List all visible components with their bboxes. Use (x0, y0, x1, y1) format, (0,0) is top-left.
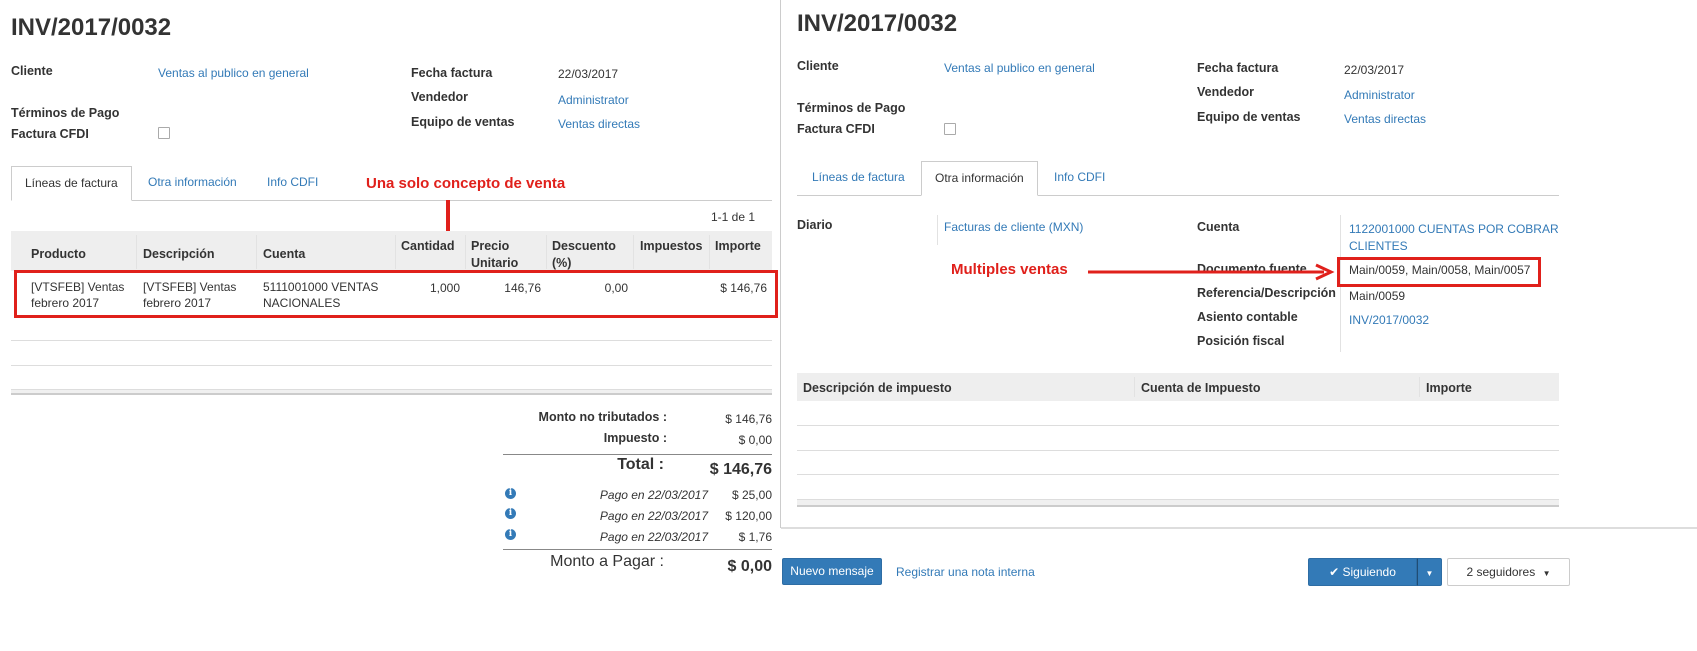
col-descuento[interactable]: Descuento (%) (552, 238, 632, 272)
equipo-link[interactable]: Ventas directas (558, 117, 640, 131)
nuevo-mensaje-button[interactable]: Nuevo mensaje (782, 558, 882, 585)
payment-info-icon[interactable]: i (505, 529, 516, 540)
fecha-label: Fecha factura (1197, 61, 1279, 75)
cuenta-link[interactable]: 1122001000 CUENTAS POR COBRAR (1349, 222, 1559, 236)
tab-otra-informacion[interactable]: Otra información (921, 161, 1038, 196)
cliente-link[interactable]: Ventas al publico en general (158, 66, 309, 80)
cfdi-label: Factura CFDI (797, 122, 875, 136)
payment-info-icon[interactable]: i (505, 508, 516, 519)
terminos-label: Términos de Pago (797, 101, 906, 115)
impuesto-value: $ 0,00 (738, 433, 772, 447)
cliente-label: Cliente (797, 59, 839, 73)
cuenta-label: Cuenta (1197, 220, 1240, 234)
tab-lineas-factura[interactable]: Líneas de factura (799, 161, 918, 196)
col-importe[interactable]: Importe (715, 238, 761, 255)
diario-link[interactable]: Facturas de cliente (MXN) (944, 220, 1083, 234)
col-cantidad[interactable]: Cantidad (401, 238, 463, 255)
col-precio-unitario[interactable]: Precio Unitario (471, 238, 541, 272)
tax-table-footer-bar (797, 499, 1559, 507)
pago-value: $ 1,76 (738, 530, 772, 544)
pago-value: $ 120,00 (725, 509, 772, 523)
cfdi-checkbox[interactable] (158, 127, 170, 139)
col-producto[interactable]: Producto (31, 246, 86, 263)
fecha-value: 22/03/2017 (558, 67, 619, 81)
col-descripcion-impuesto[interactable]: Descripción de impuesto (803, 380, 952, 397)
equipo-link[interactable]: Ventas directas (1344, 112, 1426, 126)
invoice-title: INV/2017/0032 (11, 14, 172, 41)
fecha-label: Fecha factura (411, 66, 493, 80)
monto-value: $ 0,00 (727, 558, 772, 575)
fecha-value: 22/03/2017 (1344, 63, 1405, 77)
cfdi-checkbox[interactable] (944, 123, 956, 135)
seguidores-label: 2 seguidores (1466, 565, 1536, 579)
pager: 1-1 de 1 (711, 210, 756, 224)
col-cuenta-impuesto[interactable]: Cuenta de Impuesto (1141, 380, 1260, 397)
equipo-label: Equipo de ventas (411, 115, 515, 129)
siguiendo-label: Siguiendo (1342, 565, 1396, 579)
vendedor-link[interactable]: Administrator (1344, 88, 1415, 102)
cliente-link[interactable]: Ventas al publico en general (944, 61, 1095, 75)
tab-otra-informacion[interactable]: Otra información (135, 166, 250, 201)
annotation-arrow-right-icon (1088, 263, 1335, 281)
annotation-highlight-row (14, 270, 778, 318)
registrar-nota-link[interactable]: Registrar una nota interna (896, 565, 1035, 579)
posicion-fiscal-label: Posición fiscal (1197, 334, 1285, 348)
pago-label: Pago en 22/03/2017 (599, 530, 708, 544)
col-impuestos[interactable]: Impuestos (640, 238, 703, 255)
monto-label: Monto a Pagar : (550, 553, 664, 570)
caret-down-icon: ▼ (1425, 569, 1434, 578)
equipo-label: Equipo de ventas (1197, 110, 1301, 124)
cliente-label: Cliente (11, 64, 53, 78)
impuesto-label: Impuesto : (603, 431, 667, 445)
diario-label: Diario (797, 218, 833, 232)
no-trib-label: Monto no tributados : (538, 410, 667, 424)
asiento-label: Asiento contable (1197, 310, 1298, 324)
referencia-label: Referencia/Descripción (1197, 286, 1336, 300)
total-value: $ 146,76 (709, 461, 772, 478)
pago-label: Pago en 22/03/2017 (599, 509, 708, 523)
annotation-multiple-sales: Multiples ventas (951, 261, 1068, 278)
col-cuenta[interactable]: Cuenta (263, 246, 305, 263)
payment-info-icon[interactable]: i (505, 488, 516, 499)
terminos-label: Términos de Pago (11, 106, 120, 120)
siguiendo-dropdown-button[interactable]: ▼ (1417, 558, 1442, 586)
tab-info-cdfi[interactable]: Info CDFI (254, 166, 331, 201)
siguiendo-button[interactable]: ✔ Siguiendo (1308, 558, 1417, 586)
annotation-single-concept: Una solo concepto de venta (366, 175, 566, 192)
cfdi-label: Factura CFDI (11, 127, 89, 141)
panel-divider (780, 0, 781, 528)
pago-value: $ 25,00 (731, 488, 772, 502)
tab-lineas-factura[interactable]: Líneas de factura (11, 166, 132, 201)
referencia-value: Main/0059 (1349, 289, 1406, 303)
vendedor-label: Vendedor (1197, 85, 1254, 99)
vendedor-link[interactable]: Administrator (558, 93, 629, 107)
table-footer-bar (11, 389, 772, 395)
asiento-link[interactable]: INV/2017/0032 (1349, 313, 1429, 327)
tab-info-cdfi[interactable]: Info CDFI (1041, 161, 1118, 196)
pago-label: Pago en 22/03/2017 (599, 488, 708, 502)
invoice-title: INV/2017/0032 (797, 10, 958, 37)
no-trib-value: $ 146,76 (725, 412, 772, 426)
caret-down-icon: ▼ (1542, 569, 1551, 578)
total-label: Total : (617, 456, 664, 473)
seguidores-dropdown-button[interactable]: 2 seguidores ▼ (1447, 558, 1570, 586)
vendedor-label: Vendedor (411, 90, 468, 104)
col-importe[interactable]: Importe (1426, 380, 1472, 397)
check-icon: ✔ (1329, 565, 1340, 579)
col-descripcion[interactable]: Descripción (143, 246, 215, 263)
annotation-highlight-doc (1337, 257, 1541, 287)
cuenta-link-line2[interactable]: CLIENTES (1349, 239, 1408, 253)
